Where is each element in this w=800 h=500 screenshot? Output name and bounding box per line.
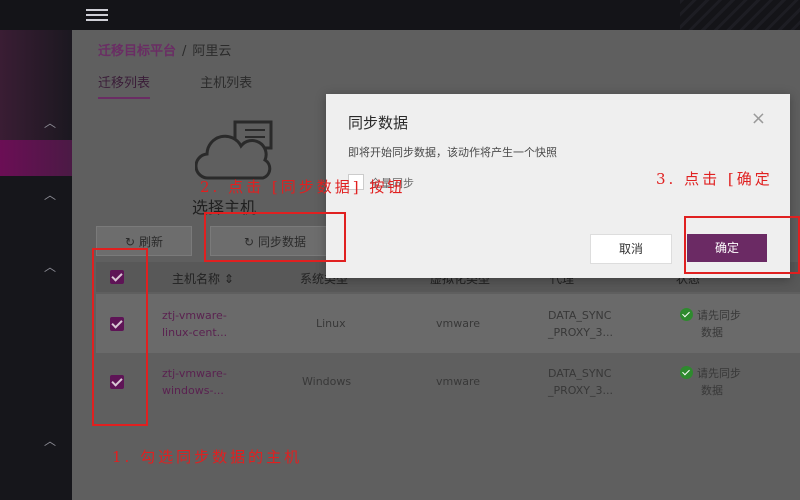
proxy-line1: DATA_SYNC: [548, 309, 612, 322]
menu-icon[interactable]: [86, 6, 108, 22]
virtualization-type: vmware: [436, 317, 481, 330]
proxy-line2: _PROXY_3...: [548, 326, 613, 339]
header-decoration: [680, 0, 800, 30]
check-circle-icon: [680, 308, 693, 321]
status-line2: 数据: [701, 384, 723, 397]
sidebar-chevron-up-icon[interactable]: ︿: [44, 186, 56, 203]
proxy-name: DATA_SYNC _PROXY_3...: [548, 365, 613, 399]
breadcrumb-root[interactable]: 迁移目标平台: [98, 44, 176, 59]
annotation-step2: 2. 点击 [同步数据] 按钮: [200, 178, 406, 196]
top-bar: [0, 0, 800, 30]
status-line2: 数据: [701, 326, 723, 339]
sidebar-highlight: [0, 30, 72, 140]
sidebar-chevron-up-icon[interactable]: ︿: [44, 432, 56, 449]
breadcrumb: 迁移目标平台 / 阿里云: [98, 40, 231, 59]
refresh-label: 刷新: [138, 235, 163, 249]
dialog-description: 即将开始同步数据，该动作将产生一个快照: [348, 146, 557, 159]
proxy-name: DATA_SYNC _PROXY_3...: [548, 307, 613, 341]
virtualization-type: vmware: [436, 375, 481, 388]
annotation-step3: 3. 点击 [确定: [656, 170, 773, 188]
status-cell: 请先同步数据: [680, 365, 741, 399]
hostname-line2: windows-...: [162, 384, 224, 397]
checkbox-highlight-box: [92, 248, 148, 426]
hostname-link[interactable]: ztj-vmware-windows-...: [162, 365, 227, 399]
close-icon[interactable]: ×: [751, 108, 766, 129]
proxy-line1: DATA_SYNC: [548, 367, 612, 380]
column-header-hostname-label: 主机名称: [172, 272, 221, 286]
check-circle-icon: [680, 366, 693, 379]
os-type: Linux: [316, 317, 346, 330]
hostname-line1: ztj-vmware-: [162, 367, 227, 380]
hostname-line1: ztj-vmware-: [162, 309, 227, 322]
refresh-icon: ↻: [125, 235, 136, 249]
sort-icon[interactable]: ⇕: [224, 272, 234, 286]
hostname-link[interactable]: ztj-vmware-linux-cent...: [162, 307, 227, 341]
tab-bar: 迁移列表 主机列表: [98, 72, 298, 99]
confirm-button-highlight-box: [684, 216, 800, 274]
cloud-server-icon: [195, 120, 273, 180]
sidebar-chevron-up-icon[interactable]: ︿: [44, 114, 56, 131]
column-header-hostname[interactable]: 主机名称 ⇕: [172, 270, 234, 287]
tab-migration-list[interactable]: 迁移列表: [98, 72, 151, 99]
table-row[interactable]: ztj-vmware-linux-cent... Linux vmware DA…: [96, 294, 800, 353]
sidebar-active-item[interactable]: [0, 140, 72, 176]
status-cell: 请先同步数据: [680, 307, 741, 341]
os-type: Windows: [302, 375, 352, 388]
breadcrumb-current: 阿里云: [192, 44, 232, 59]
status-line1: 请先同步: [697, 367, 741, 380]
cancel-button[interactable]: 取消: [590, 234, 672, 264]
proxy-line2: _PROXY_3...: [548, 384, 613, 397]
breadcrumb-separator: /: [182, 44, 187, 59]
sync-button-highlight-box: [204, 212, 346, 262]
status-line1: 请先同步: [697, 309, 741, 322]
dialog-title: 同步数据: [348, 114, 409, 132]
hostname-line2: linux-cent...: [162, 326, 228, 339]
table-row[interactable]: ztj-vmware-windows-... Windows vmware DA…: [96, 352, 800, 411]
sidebar-chevron-up-icon[interactable]: ︿: [44, 258, 56, 275]
tab-host-list[interactable]: 主机列表: [200, 72, 252, 97]
annotation-step1: 1. 勾选同步数据的主机: [112, 448, 303, 466]
